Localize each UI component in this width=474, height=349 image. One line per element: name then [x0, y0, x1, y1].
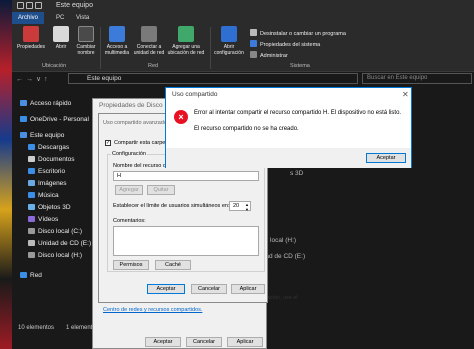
adv-accept-button[interactable]: Aceptar [147, 284, 185, 294]
sidebar-item-downloads[interactable]: Descargas [28, 144, 69, 151]
sidebar-item-documents[interactable]: Documentos [28, 156, 75, 163]
cube-icon [28, 204, 35, 210]
props-cancel-button[interactable]: Cancelar [186, 337, 222, 347]
address-path: Este equipo [87, 75, 122, 82]
drive-icon [28, 252, 35, 258]
uninstall-icon [250, 29, 257, 36]
ribbon: Propiedades Abrir Cambiar nombre Ubicaci… [12, 24, 474, 72]
share-folder-label: Compartir esta carpeta [114, 140, 170, 146]
manage-button[interactable]: Administrar [250, 51, 288, 59]
network-drive-icon [141, 26, 157, 42]
computer-icon [20, 132, 27, 138]
properties-dialog-title: Propiedades de Disco [99, 102, 163, 109]
tab-vista[interactable]: Vista [70, 12, 95, 24]
remove-share-button[interactable]: Quitar [147, 185, 175, 195]
error-dialog: Uso compartido ✕ × Error al intentar com… [165, 87, 412, 168]
error-icon: × [174, 110, 188, 124]
drive-icon [28, 228, 35, 234]
sidebar-item-3d-objects[interactable]: Objetos 3D [28, 204, 71, 211]
sidebar-item-onedrive[interactable]: OneDrive - Personal [20, 116, 89, 123]
network-icon [20, 272, 27, 278]
open-settings-button[interactable]: Abrir configuración [212, 26, 246, 56]
share-name-label: Nombre del recurso co [113, 163, 169, 169]
permissions-button[interactable]: Permisos [113, 260, 149, 270]
desktop-icon [28, 168, 35, 174]
props-apply-button[interactable]: Aplicar [227, 337, 263, 347]
error-accept-button[interactable]: Aceptar [366, 153, 406, 163]
close-icon[interactable]: ✕ [402, 90, 409, 99]
map-drive-button[interactable]: Conectar a unidad de red [132, 26, 166, 56]
cloud-icon [20, 116, 27, 122]
manage-icon [250, 51, 257, 58]
navigation-pane: Acceso rápido OneDrive - Personal Este e… [12, 92, 92, 324]
tab-pc[interactable]: PC [50, 12, 70, 24]
error-dialog-footer: Aceptar [166, 148, 411, 168]
advanced-sharing-title: Uso compartido avanzado [103, 120, 167, 126]
sidebar-item-desktop[interactable]: Escritorio [28, 168, 65, 175]
address-bar[interactable]: Este equipo [68, 73, 358, 84]
system-group-label: Sistema [290, 63, 310, 69]
location-group-label: Ubicación [42, 63, 67, 69]
group-separator [210, 27, 211, 69]
sidebar-item-pictures[interactable]: Imágenes [28, 180, 67, 187]
adv-cancel-button[interactable]: Cancelar [191, 284, 227, 294]
sidebar-item-this-pc[interactable]: Este equipo [20, 132, 64, 139]
desktop-wallpaper-left [0, 0, 12, 349]
content-item-3d-objects-partial[interactable]: s 3D [290, 170, 303, 177]
add-network-location-button[interactable]: Agregar una ubicación de red [166, 26, 206, 56]
comments-field[interactable] [113, 226, 259, 256]
picture-icon [28, 180, 35, 186]
properties-icon [23, 26, 39, 42]
configuration-label: Configuración [111, 151, 147, 157]
video-icon [28, 216, 35, 222]
access-media-button[interactable]: Acceso a multimedia [100, 26, 134, 56]
download-icon [28, 144, 35, 150]
open-icon [53, 26, 69, 42]
network-group-label: Red [148, 63, 159, 69]
tab-archivo[interactable]: Archivo [12, 12, 45, 24]
address-bar-row: ←→∨↑ Este equipo Buscar en Este equipo [12, 72, 474, 86]
error-dialog-title: Uso compartido [172, 91, 218, 98]
title-bar: Este equipo [12, 0, 474, 12]
window-title: Este equipo [56, 2, 93, 9]
comments-label: Comentarios: [113, 218, 146, 224]
nav-arrows[interactable]: ←→∨↑ [16, 75, 51, 83]
sidebar-item-local-disk-h[interactable]: Disco local (H:) [28, 252, 82, 259]
adv-apply-button[interactable]: Aplicar [231, 284, 265, 294]
props-accept-button[interactable]: Aceptar [145, 337, 181, 347]
network-location-icon [178, 26, 194, 42]
rename-button[interactable]: Cambiar nombre [69, 26, 103, 56]
item-count: 10 elementos [18, 325, 55, 331]
ribbon-tabs: Archivo PC Vista [12, 12, 474, 24]
add-share-button[interactable]: Agregar [115, 185, 143, 195]
sidebar-item-videos[interactable]: Vídeos [28, 216, 58, 223]
gear-icon [221, 26, 237, 42]
error-detail: El recurso compartido no se ha creado. [194, 126, 299, 132]
quick-access-toolbar[interactable] [16, 1, 52, 11]
media-icon [109, 26, 125, 42]
star-icon [20, 100, 27, 106]
system-properties-icon [250, 40, 257, 47]
cache-button[interactable]: Caché [155, 260, 191, 270]
cd-drive-icon [28, 240, 35, 246]
properties-button[interactable]: Propiedades [14, 26, 48, 50]
spinner-arrows-icon[interactable]: ▲ ▼ [245, 202, 249, 212]
rename-icon [78, 26, 94, 42]
sidebar-item-quick-access[interactable]: Acceso rápido [20, 100, 71, 107]
share-name-field[interactable]: H [113, 171, 259, 181]
document-icon [28, 156, 35, 162]
share-folder-checkbox[interactable]: ✓ [105, 140, 111, 146]
uninstall-button[interactable]: Desinstalar o cambiar un programa [250, 29, 346, 37]
system-properties-button[interactable]: Propiedades del sistema [250, 40, 320, 48]
sidebar-item-local-disk-c[interactable]: Disco local (C:) [28, 228, 82, 235]
search-input[interactable]: Buscar en Este equipo [362, 73, 472, 84]
sidebar-item-network[interactable]: Red [20, 272, 42, 279]
sidebar-item-music[interactable]: Música [28, 192, 59, 199]
network-center-link[interactable]: Centro de redes y recursos compartidos. [103, 307, 202, 313]
user-limit-label: Establecer el límite de usuarios simultá… [113, 203, 230, 209]
user-limit-spinner[interactable]: 20 ▲ ▼ [229, 201, 251, 212]
music-icon [28, 192, 35, 198]
error-message: Error al intentar compartir el recurso c… [194, 110, 402, 116]
sidebar-item-cd-drive-e[interactable]: Unidad de CD (E:) [28, 240, 91, 247]
